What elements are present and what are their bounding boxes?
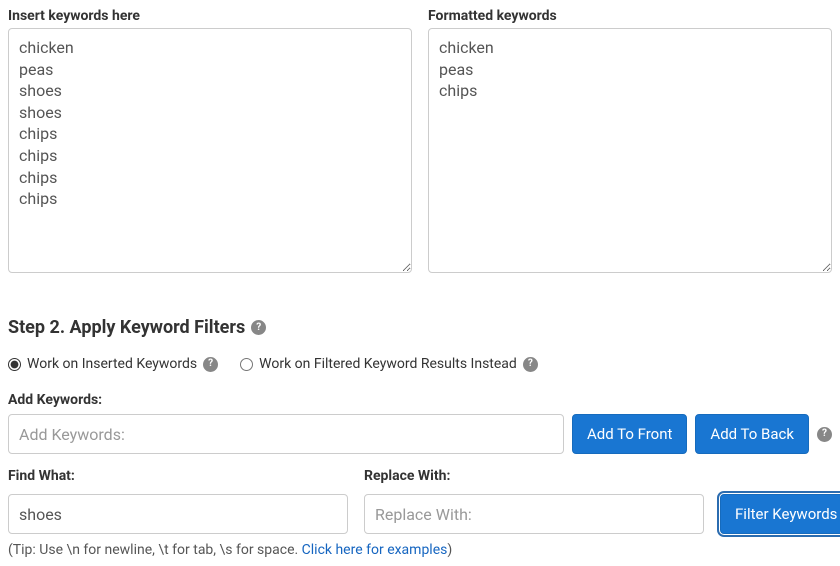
add-to-back-button[interactable]: Add To Back — [695, 414, 809, 454]
step2-heading-text: Step 2. Apply Keyword Filters — [8, 317, 245, 338]
tip-examples-link[interactable]: Click here for examples — [302, 542, 448, 558]
find-what-input[interactable] — [8, 494, 348, 534]
formatted-keywords-textarea[interactable] — [428, 28, 832, 273]
radio-work-inserted-label: Work on Inserted Keywords — [27, 356, 197, 372]
help-icon[interactable]: ? — [251, 320, 266, 335]
radio-work-inserted-input[interactable] — [8, 358, 21, 371]
add-to-front-button[interactable]: Add To Front — [572, 414, 687, 454]
radio-work-filtered-input[interactable] — [240, 358, 253, 371]
help-icon[interactable]: ? — [817, 427, 832, 442]
help-icon[interactable]: ? — [203, 357, 218, 372]
insert-keywords-textarea[interactable] — [8, 28, 412, 273]
filter-source-radios: Work on Inserted Keywords ? Work on Filt… — [8, 356, 832, 372]
find-replace-group: Find What: Replace With: Filter Keywords… — [8, 468, 832, 534]
replace-with-label: Replace With: — [364, 468, 704, 484]
add-keywords-label: Add Keywords: — [8, 392, 832, 408]
tip-text: (Tip: Use \n for newline, \t for tab, \s… — [8, 542, 832, 558]
filter-keywords-button[interactable]: Filter Keywords — [720, 494, 840, 534]
add-keywords-group: Add Keywords: Add To Front Add To Back ? — [8, 392, 832, 454]
find-what-label: Find What: — [8, 468, 348, 484]
add-keywords-input[interactable] — [8, 414, 564, 454]
replace-with-input[interactable] — [364, 494, 704, 534]
step2-heading: Step 2. Apply Keyword Filters ? — [8, 317, 832, 338]
radio-work-inserted[interactable]: Work on Inserted Keywords ? — [8, 356, 218, 372]
help-icon[interactable]: ? — [523, 357, 538, 372]
keywords-panel: Insert keywords here Formatted keywords — [8, 8, 832, 273]
insert-keywords-label: Insert keywords here — [8, 8, 412, 24]
tip-suffix: ) — [447, 542, 452, 558]
radio-work-filtered[interactable]: Work on Filtered Keyword Results Instead… — [240, 356, 538, 372]
tip-prefix: (Tip: Use \n for newline, \t for tab, \s… — [8, 542, 302, 558]
radio-work-filtered-label: Work on Filtered Keyword Results Instead — [259, 356, 517, 372]
formatted-keywords-label: Formatted keywords — [428, 8, 832, 24]
